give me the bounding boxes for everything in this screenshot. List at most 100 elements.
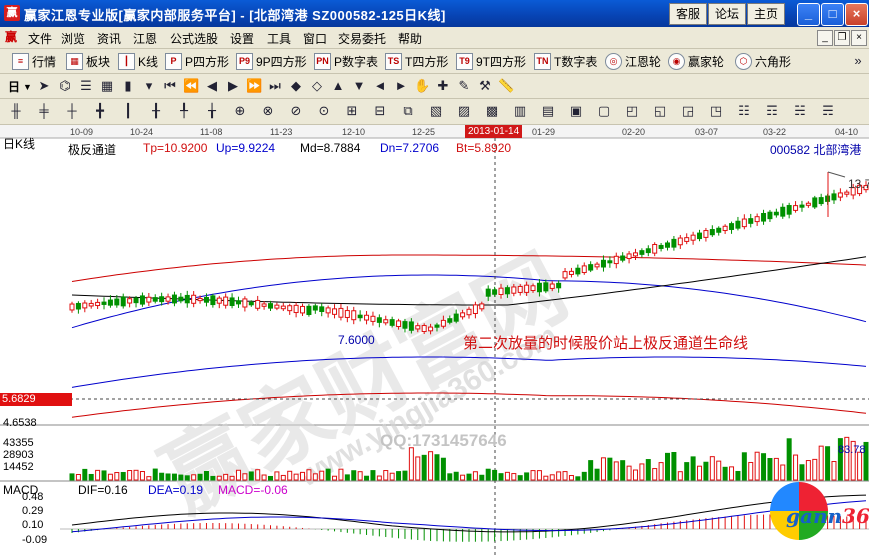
p-number-table-button[interactable]: PN P数字表 <box>314 53 378 70</box>
cursor-icon[interactable]: ➤ <box>36 78 52 94</box>
tree-icon[interactable]: ⌬ <box>57 78 73 94</box>
menu-tools[interactable]: 工具 <box>267 30 291 47</box>
draw17-icon[interactable]: ▨ <box>456 103 472 119</box>
volume-bar <box>684 462 690 481</box>
close-button[interactable]: × <box>845 3 868 26</box>
chart-icon[interactable]: ▦ <box>99 78 115 94</box>
next-page-icon[interactable]: ⏩ <box>246 78 262 94</box>
homepage-button[interactable]: 主页 <box>747 3 786 25</box>
quotes-button[interactable]: ≡ 行情 <box>12 53 56 70</box>
draw4-icon[interactable]: ╋ <box>92 103 108 119</box>
draw2-icon[interactable]: ╪ <box>36 103 52 119</box>
volume-bar <box>511 473 517 481</box>
draw16-icon[interactable]: ▧ <box>428 103 444 119</box>
winner-wheel-button[interactable]: ◉ 赢家轮 <box>668 53 724 70</box>
9p-square-button[interactable]: P9 9P四方形 <box>236 53 307 70</box>
chart-area[interactable]: 10-09 10-24 11-08 11-23 12-10 12-25 01-29 02-20… <box>0 125 869 556</box>
candle-body <box>697 232 703 240</box>
draw10-icon[interactable]: ⊗ <box>260 103 276 119</box>
menu-settings[interactable]: 设置 <box>230 30 254 47</box>
candle-body <box>639 250 645 255</box>
title-bar[interactable]: 赢 赢家江恩专业版[赢家内部服务平台] - [北部湾港 SZ000582-125… <box>0 0 869 27</box>
zoom-in-icon[interactable]: ◆ <box>288 78 304 94</box>
draw25-icon[interactable]: ◲ <box>680 103 696 119</box>
9t-square-button[interactable]: T9 9T四方形 <box>456 53 526 70</box>
move-up-icon[interactable]: ▲ <box>330 78 346 94</box>
hexagon-button[interactable]: ⬡ 六角形 <box>735 53 791 70</box>
draw8-icon[interactable]: ╁ <box>204 103 220 119</box>
candle-body <box>184 294 190 304</box>
draw15-icon[interactable]: ⧉ <box>400 103 416 119</box>
move-right-icon[interactable]: ► <box>393 78 409 94</box>
volume-bar <box>351 470 357 481</box>
period-selector[interactable]: 日 ▼ <box>8 78 32 95</box>
gann-wheel-button[interactable]: ◎ 江恩轮 <box>605 53 661 70</box>
move-down-icon[interactable]: ▼ <box>351 78 367 94</box>
draw14-icon[interactable]: ⊟ <box>372 103 388 119</box>
candle-body <box>709 229 715 236</box>
move-left-icon[interactable]: ◄ <box>372 78 388 94</box>
t-square-button[interactable]: TS T四方形 <box>385 53 448 70</box>
draw24-icon[interactable]: ◱ <box>652 103 668 119</box>
draw20-icon[interactable]: ▤ <box>540 103 556 119</box>
p-square-button[interactable]: P P四方形 <box>165 53 229 70</box>
kline-button[interactable]: ┃ K线 <box>118 53 158 70</box>
draw9-icon[interactable]: ⊕ <box>232 103 248 119</box>
menu-news[interactable]: 资讯 <box>97 30 121 47</box>
draw23-icon[interactable]: ◰ <box>624 103 640 119</box>
menu-trade[interactable]: 交易委托 <box>338 30 386 47</box>
menu-formula[interactable]: 公式选股 <box>170 30 218 47</box>
customer-service-button[interactable]: 客服 <box>669 3 708 25</box>
draw18-icon[interactable]: ▩ <box>484 103 500 119</box>
forum-button[interactable]: 论坛 <box>708 3 747 25</box>
ruler-icon[interactable]: 📏 <box>498 78 514 94</box>
minimize-button[interactable]: _ <box>797 3 820 26</box>
toolbar-overflow-icon[interactable]: » <box>850 53 866 69</box>
draw6-icon[interactable]: ╂ <box>148 103 164 119</box>
mdi-close-button[interactable]: × <box>851 30 867 46</box>
draw30-icon[interactable]: ☴ <box>820 103 836 119</box>
menu-file[interactable]: 文件 <box>28 30 52 47</box>
tools-icon[interactable]: ⚒ <box>477 78 493 94</box>
pen-icon[interactable]: ✎ <box>456 78 472 94</box>
draw1-icon[interactable]: ╫ <box>8 103 24 119</box>
maximize-button[interactable]: □ <box>821 3 844 26</box>
draw12-icon[interactable]: ⊙ <box>316 103 332 119</box>
hand-icon[interactable]: ✋ <box>414 78 430 94</box>
t-number-table-button[interactable]: TN T数字表 <box>534 53 597 70</box>
left-icon[interactable]: ◀ <box>204 78 220 94</box>
draw11-icon[interactable]: ⊘ <box>288 103 304 119</box>
draw22-icon[interactable]: ▢ <box>596 103 612 119</box>
draw26-icon[interactable]: ◳ <box>708 103 724 119</box>
draw13-icon[interactable]: ⊞ <box>344 103 360 119</box>
mdi-restore-button[interactable]: ❐ <box>834 30 850 46</box>
candle-body <box>120 296 126 307</box>
draw28-icon[interactable]: ☶ <box>764 103 780 119</box>
draw27-icon[interactable]: ☷ <box>736 103 752 119</box>
right-icon[interactable]: ▶ <box>225 78 241 94</box>
sector-button[interactable]: ▦ 板块 <box>66 53 110 70</box>
crosshair-icon[interactable]: ✚ <box>435 78 451 94</box>
draw29-icon[interactable]: ☵ <box>792 103 808 119</box>
draw21-icon[interactable]: ▣ <box>568 103 584 119</box>
prev-page-icon[interactable]: ⏪ <box>183 78 199 94</box>
volume-bar <box>818 445 824 481</box>
first-icon[interactable]: ⏮ <box>162 78 178 94</box>
mdi-minimize-button[interactable]: _ <box>817 30 833 46</box>
draw7-icon[interactable]: ╀ <box>176 103 192 119</box>
menu-app-icon[interactable]: 赢 <box>5 30 19 44</box>
last-icon[interactable]: ⏭ <box>267 78 283 94</box>
draw3-icon[interactable]: ┼ <box>64 103 80 119</box>
menu-gann[interactable]: 江恩 <box>133 30 157 47</box>
dropdown-icon[interactable]: ▾ <box>141 78 157 94</box>
stack-icon[interactable]: ☰ <box>78 78 94 94</box>
draw19-icon[interactable]: ▥ <box>512 103 528 119</box>
volume-bar <box>127 470 133 481</box>
menu-browse[interactable]: 浏览 <box>61 30 85 47</box>
menu-window[interactable]: 窗口 <box>303 30 327 47</box>
zoom-out-icon[interactable]: ◇ <box>309 78 325 94</box>
menu-help[interactable]: 帮助 <box>398 30 422 47</box>
bar-icon[interactable]: ▮ <box>120 78 136 94</box>
volume-bar <box>716 460 722 481</box>
draw5-icon[interactable]: ┃ <box>120 103 136 119</box>
